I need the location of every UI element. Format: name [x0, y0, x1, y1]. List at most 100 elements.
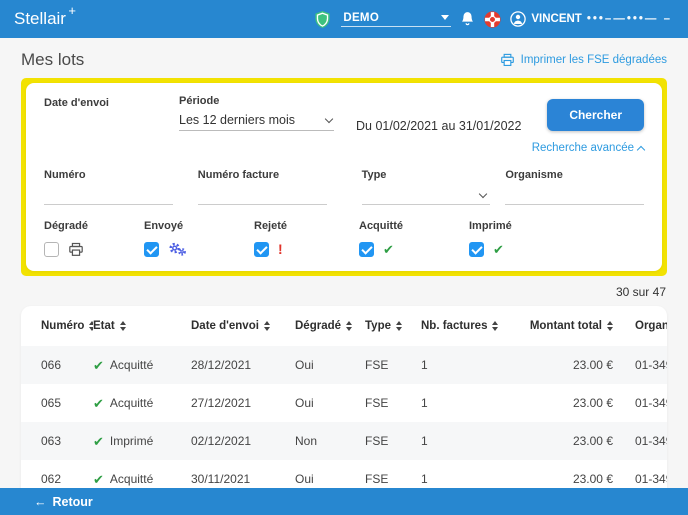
cell-organisme: 01-349	[635, 472, 667, 486]
user-menu[interactable]: VINCENT •••–—•••— –	[510, 11, 672, 27]
column-header-type[interactable]: Type	[365, 320, 421, 332]
column-header-date-envoi[interactable]: Date d'envoi	[191, 320, 295, 332]
table-row[interactable]: 066 ✔ Acquitté 28/12/2021 Oui FSE 1 23.00…	[21, 346, 667, 384]
rejete-checkbox[interactable]	[254, 241, 269, 257]
stellair-logo: Stellair +	[14, 3, 76, 29]
cell-montant: 23.00 €	[572, 472, 613, 486]
cell-nb-factures: 1	[421, 396, 428, 410]
cell-date-envoi: 27/12/2021	[191, 396, 252, 410]
envoye-filter-label: Envoyé	[144, 220, 184, 232]
user-icon	[510, 11, 527, 27]
cell-type: FSE	[365, 434, 389, 448]
results-count: 30 sur 47	[615, 285, 666, 299]
cell-montant: 23.00 €	[572, 434, 613, 448]
cell-etat: ✔ Acquitté	[93, 396, 154, 410]
column-header-montant-total[interactable]: Montant total	[513, 320, 613, 332]
chevron-down-icon	[479, 189, 488, 199]
periode-select[interactable]: Les 12 derniers mois	[179, 113, 334, 131]
cell-montant: 23.00 €	[572, 358, 613, 372]
column-header-organisme[interactable]: Organi	[613, 320, 667, 332]
cell-degrade: Oui	[295, 472, 314, 486]
print-degraded-fse-link[interactable]: Imprimer les FSE dégradées	[500, 53, 667, 67]
organisme-input[interactable]	[505, 183, 645, 205]
column-header-numero[interactable]: Numéro	[21, 320, 93, 332]
imprime-checkbox[interactable]	[469, 241, 484, 257]
app-header: Stellair + DEMO VINCENT •••–—•••— –	[0, 0, 688, 38]
type-select[interactable]	[361, 183, 491, 205]
envoye-checkbox[interactable]	[144, 241, 159, 257]
cell-date-envoi: 02/12/2021	[191, 434, 252, 448]
page-title: Mes lots	[21, 50, 85, 69]
type-label: Type	[361, 169, 387, 181]
search-button[interactable]: Chercher	[547, 99, 644, 131]
date-range-text: Du 01/02/2021 au 31/01/2022	[356, 119, 522, 133]
arrow-left-icon: ←	[34, 494, 47, 509]
back-button[interactable]: ← Retour	[34, 495, 93, 509]
degrade-filter-label: Dégradé	[44, 220, 89, 232]
cell-nb-factures: 1	[421, 434, 428, 448]
chevron-down-icon	[324, 114, 334, 123]
column-header-degrade[interactable]: Dégradé	[295, 320, 365, 332]
cell-type: FSE	[365, 396, 389, 410]
environment-value: DEMO	[343, 11, 380, 24]
bell-icon[interactable]	[460, 11, 475, 27]
numero-input[interactable]	[44, 183, 173, 205]
sort-icon	[346, 321, 353, 331]
column-header-nb-factures[interactable]: Nb. factures	[421, 320, 513, 332]
numero-facture-input[interactable]	[197, 183, 327, 205]
gears-icon	[168, 241, 187, 257]
check-icon: ✔	[93, 472, 104, 486]
highlight-frame: Date d'envoi Période Les 12 derniers moi…	[21, 78, 667, 276]
check-icon: ✔	[383, 241, 394, 257]
chevron-down-icon	[441, 15, 450, 20]
rejete-filter-label: Rejeté	[254, 220, 288, 232]
cell-degrade: Oui	[295, 358, 314, 372]
organisme-label: Organisme	[505, 169, 563, 181]
cell-organisme: 01-349	[635, 434, 667, 448]
sort-icon	[396, 321, 402, 331]
cell-type: FSE	[365, 472, 389, 486]
cell-type: FSE	[365, 358, 389, 372]
help-lifebuoy-icon[interactable]	[484, 10, 501, 28]
table-row[interactable]: 063 ✔ Imprimé 02/12/2021 Non FSE 1 23.00 …	[21, 422, 667, 460]
check-icon: ✔	[493, 241, 504, 257]
cell-date-envoi: 30/11/2021	[191, 472, 251, 486]
cell-date-envoi: 28/12/2021	[191, 358, 252, 372]
print-degraded-fse-label: Imprimer les FSE dégradées	[520, 54, 667, 66]
cell-degrade: Non	[295, 434, 318, 448]
printer-icon	[68, 242, 84, 257]
acquitte-filter-label: Acquitté	[359, 220, 403, 232]
environment-select[interactable]: DEMO	[341, 11, 452, 27]
sort-icon	[492, 321, 499, 331]
back-label: Retour	[52, 494, 93, 509]
advanced-search-link[interactable]: Recherche avancée	[532, 142, 646, 154]
user-name: VINCENT	[531, 13, 582, 25]
cell-montant: 23.00 €	[572, 396, 613, 410]
degrade-checkbox[interactable]	[44, 241, 59, 257]
cell-etat: ✔ Acquitté	[93, 472, 154, 486]
cell-etat: ✔ Acquitté	[93, 358, 154, 372]
sort-icon	[263, 321, 270, 331]
check-icon: ✔	[93, 434, 104, 448]
printer-icon	[500, 53, 515, 67]
star-icon: +	[68, 3, 76, 18]
numero-label: Numéro	[44, 169, 86, 181]
sort-icon	[119, 321, 126, 331]
cell-etat: ✔ Imprimé	[93, 434, 154, 448]
column-header-etat[interactable]: État	[93, 320, 191, 332]
user-name-masked: •••–—•••— –	[586, 13, 672, 25]
acquitte-checkbox[interactable]	[359, 241, 374, 257]
cell-degrade: Oui	[295, 396, 314, 410]
brand-text: Stellair	[14, 9, 66, 28]
cell-organisme: 01-349	[635, 358, 667, 372]
periode-label: Période	[179, 95, 220, 107]
periode-value: Les 12 derniers mois	[179, 113, 296, 127]
exclamation-icon: !	[278, 241, 283, 257]
table-row[interactable]: 065 ✔ Acquitté 27/12/2021 Oui FSE 1 23.00…	[21, 384, 667, 422]
table-header-row: Numéro État Date d'envoi Dégradé Type Nb…	[21, 306, 667, 346]
cell-nb-factures: 1	[421, 358, 428, 372]
check-icon: ✔	[93, 358, 104, 372]
chevron-up-icon	[636, 145, 646, 154]
imprime-filter-label: Imprimé	[469, 220, 512, 232]
shield-icon[interactable]	[313, 10, 332, 29]
